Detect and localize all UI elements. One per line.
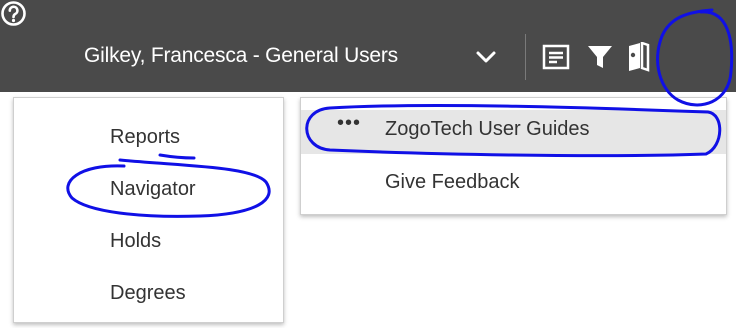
help-icon[interactable] xyxy=(0,0,27,27)
menu-item-give-feedback[interactable]: Give Feedback xyxy=(385,171,520,194)
toolbar-divider xyxy=(525,34,526,80)
reports-icon[interactable] xyxy=(542,44,570,70)
navigation-menu: Reports Navigator Holds Degrees xyxy=(13,97,284,323)
book-icon[interactable] xyxy=(626,42,650,72)
filter-icon[interactable] xyxy=(587,44,613,70)
chevron-down-icon[interactable] xyxy=(471,44,501,70)
menu-item-navigator[interactable]: Navigator xyxy=(110,178,196,201)
more-dots-icon: ••• xyxy=(337,112,362,134)
menu-item-degrees[interactable]: Degrees xyxy=(110,282,186,305)
menu-item-user-guides-label[interactable]: ZogoTech User Guides xyxy=(385,118,590,141)
menu-item-holds[interactable]: Holds xyxy=(110,230,161,253)
top-bar: Gilkey, Francesca - General Users xyxy=(0,0,736,92)
menu-item-reports[interactable]: Reports xyxy=(110,126,180,149)
help-menu: ••• ZogoTech User Guides Give Feedback xyxy=(300,97,727,215)
user-context-label[interactable]: Gilkey, Francesca - General Users xyxy=(84,44,398,68)
